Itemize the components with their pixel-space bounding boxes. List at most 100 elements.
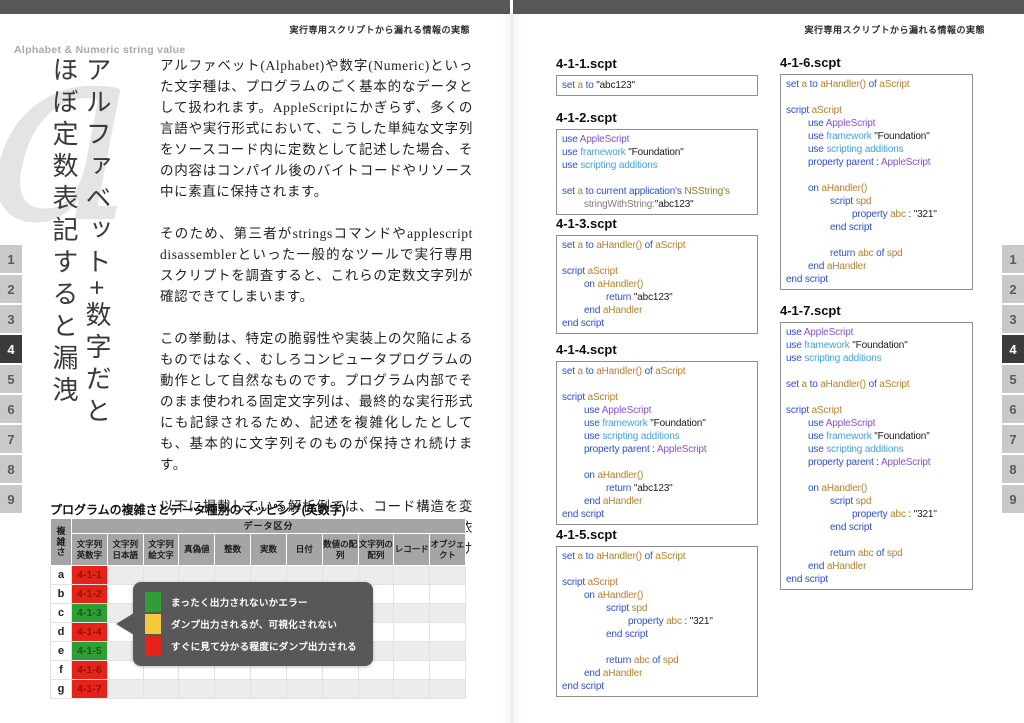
code-snippet: 4-1-1.scptset a to "abc123" (556, 56, 758, 96)
code-snippet: 4-1-2.scptuse AppleScriptuse framework "… (556, 110, 758, 215)
row-label: d (51, 623, 72, 642)
empty-cell (251, 680, 287, 699)
code-line (786, 91, 967, 104)
code-token: on (584, 590, 597, 601)
empty-cell (394, 585, 430, 604)
chapter-tab-8[interactable]: 8 (0, 455, 22, 483)
table-column-header: レコード (394, 534, 430, 566)
code-line: set a to current application's NSString'… (562, 185, 752, 198)
code-line: on aHandler() (562, 278, 752, 291)
book-spread: 実行専用スクリプトから漏れる情報の実態 実行専用スクリプトから漏れる情報の実態 … (0, 0, 1024, 723)
code-token: abc (858, 548, 876, 559)
empty-cell (430, 680, 466, 699)
code-token: to (586, 80, 597, 91)
chapter-tab-2[interactable]: 2 (0, 275, 22, 303)
code-token: aHandler() (597, 279, 643, 290)
code-token: set (562, 80, 578, 91)
table-column-header: オブジェ クト (430, 534, 466, 566)
code-token: abc (890, 509, 908, 520)
code-line: property parent : AppleScript (786, 456, 967, 469)
chapter-tab-7[interactable]: 7 (1002, 425, 1024, 453)
code-token: parent (846, 157, 876, 168)
code-line: end script (562, 628, 752, 641)
chapter-title-line-2: ほぼ定数表記すると漏洩 (47, 56, 80, 511)
chapter-tab-7[interactable]: 7 (0, 425, 22, 453)
row-label: a (51, 566, 72, 585)
code-token: script (606, 603, 632, 614)
chapter-tab-2[interactable]: 2 (1002, 275, 1024, 303)
chapter-tab-4[interactable]: 4 (1002, 335, 1024, 363)
code-token: end script (786, 574, 828, 585)
chapter-tab-9[interactable]: 9 (0, 485, 22, 513)
chapter-tab-8[interactable]: 8 (1002, 455, 1024, 483)
code-token: framework (580, 147, 628, 158)
code-token: set (786, 379, 802, 390)
code-token: use (584, 405, 602, 416)
row-label: b (51, 585, 72, 604)
code-line (786, 391, 967, 404)
code-token: a (578, 366, 586, 377)
body-paragraph: そのため、第三者がstringsコマンドやapplescript disasse… (160, 223, 473, 307)
code-token: property (584, 444, 622, 455)
chapter-tab-3[interactable]: 3 (1002, 305, 1024, 333)
code-token: return (606, 483, 634, 494)
chapter-title: アルファベット+数字だと ほぼ定数表記すると漏洩 (47, 56, 113, 511)
chapter-tab-1[interactable]: 1 (1002, 245, 1024, 273)
code-token: end (584, 668, 603, 679)
code-token: a (578, 80, 586, 91)
empty-cell (215, 680, 251, 699)
code-line: stringWithString:"abc123" (562, 198, 752, 211)
code-token: framework (804, 340, 852, 351)
code-line: property abc : "321" (786, 508, 967, 521)
code-line: use framework "Foundation" (786, 130, 967, 143)
code-token: aHandler (603, 305, 642, 316)
code-token: spd (856, 196, 872, 207)
code-token: use (808, 131, 826, 142)
running-title-right: 実行専用スクリプトから漏れる情報の実態 (804, 23, 985, 36)
code-line: end script (562, 317, 752, 330)
table-row: g4-1-7 (51, 680, 466, 699)
code-box: set a to aHandler() of aScript script aS… (780, 74, 973, 290)
chapter-tab-6[interactable]: 6 (0, 395, 22, 423)
code-line: use scripting additions (786, 352, 967, 365)
empty-cell (430, 585, 466, 604)
code-line: on aHandler() (562, 589, 752, 602)
code-token: end script (786, 274, 828, 285)
chapter-tab-9[interactable]: 9 (1002, 485, 1024, 513)
code-token: use (808, 444, 826, 455)
chapter-tab-4[interactable]: 4 (0, 335, 22, 363)
row-label: c (51, 604, 72, 623)
code-token: scripting additions (602, 431, 679, 442)
legend-item: すぐに見て分かる程度にダンプ出力される (145, 636, 361, 656)
code-token: stringWithString: (584, 199, 655, 210)
code-token: script (562, 266, 588, 277)
code-token: aScript (655, 240, 685, 251)
code-line: use AppleScript (786, 117, 967, 130)
table-column-header: 日付 (286, 534, 322, 566)
code-line: set a to aHandler() of aScript (786, 78, 967, 91)
table-column-header: 真偽値 (179, 534, 215, 566)
code-line: return abc of spd (786, 247, 967, 260)
code-line: on aHandler() (562, 469, 752, 482)
code-line: set a to "abc123" (562, 79, 752, 92)
chapter-tab-5[interactable]: 5 (1002, 365, 1024, 393)
code-token: of (876, 248, 887, 259)
snippet-filename: 4-1-7.scpt (780, 303, 973, 318)
legend-item: まったく出力されないかエラー (145, 592, 361, 612)
code-line: set a to aHandler() of aScript (562, 550, 752, 563)
chapter-tab-6[interactable]: 6 (1002, 395, 1024, 423)
chapter-tab-3[interactable]: 3 (0, 305, 22, 333)
empty-cell (394, 604, 430, 623)
code-token: aHandler() (597, 590, 643, 601)
chapter-tab-5[interactable]: 5 (0, 365, 22, 393)
code-token: script (830, 196, 856, 207)
chapter-tab-rail-left: 123456789 (0, 245, 22, 515)
code-token: aHandler (603, 496, 642, 507)
code-token: NSString's (684, 186, 729, 197)
code-token: spd (887, 248, 903, 259)
code-token: script (562, 392, 588, 403)
code-token: "abc123" (634, 292, 673, 303)
code-token: aScript (812, 105, 842, 116)
code-token: end script (562, 318, 604, 329)
code-token: "abc123" (596, 80, 635, 91)
